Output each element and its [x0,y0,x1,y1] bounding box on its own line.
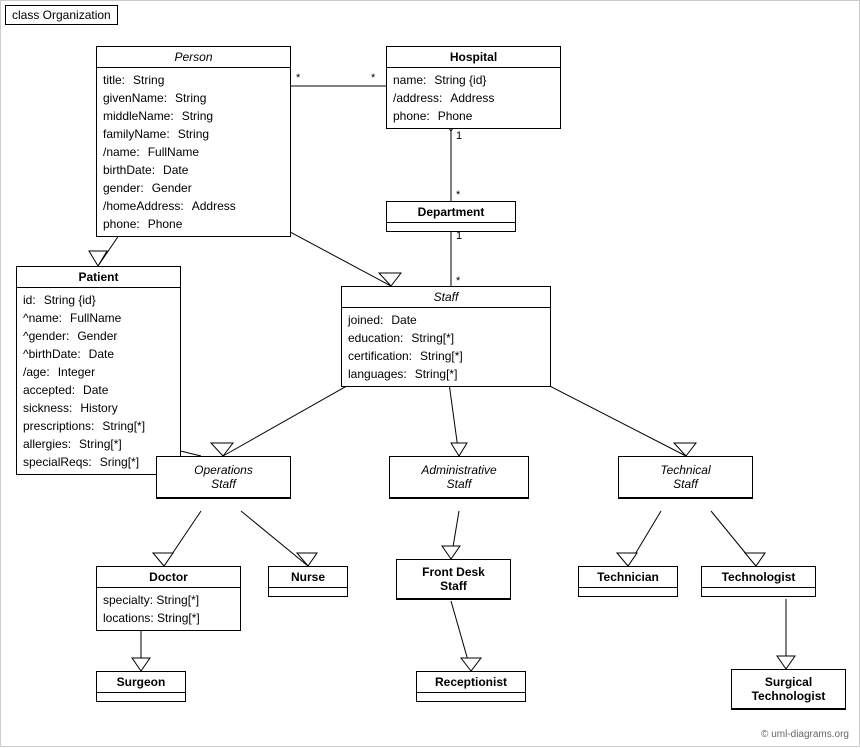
class-patient-title: Patient [17,267,180,288]
class-person-title: Person [97,47,290,68]
class-staff-attrs: joined:Date education:String[*] certific… [342,308,550,386]
class-person-attrs: title:String givenName:String middleName… [97,68,290,236]
class-technician: Technician [578,566,678,597]
class-technical-staff: TechnicalStaff [618,456,753,499]
class-department-title: Department [387,202,515,223]
class-receptionist: Receptionist [416,671,526,702]
class-staff-title: Staff [342,287,550,308]
diagram-title: class Organization [5,5,118,25]
class-staff: Staff joined:Date education:String[*] ce… [341,286,551,387]
diagram-container: class Organization * * 1 * 1 * * * [0,0,860,747]
class-surgical-tech-title: SurgicalTechnologist [732,670,845,709]
copyright: © uml-diagrams.org [761,729,849,740]
class-admin-title: AdministrativeStaff [390,457,528,498]
class-doctor-title: Doctor [97,567,240,588]
svg-text:*: * [456,189,461,201]
class-nurse-title: Nurse [269,567,347,588]
class-person: Person title:String givenName:String mid… [96,46,291,237]
class-front-desk: Front DeskStaff [396,559,511,600]
class-doctor: Doctor specialty: String[*] locations: S… [96,566,241,631]
class-technologist: Technologist [701,566,816,597]
class-receptionist-title: Receptionist [417,672,525,693]
class-surgical-tech: SurgicalTechnologist [731,669,846,710]
class-nurse: Nurse [268,566,348,597]
svg-text:*: * [296,72,301,84]
class-tech-staff-title: TechnicalStaff [619,457,752,498]
svg-text:1: 1 [456,130,462,142]
class-surgeon-title: Surgeon [97,672,185,693]
class-surgeon: Surgeon [96,671,186,702]
class-hospital-attrs: name:String {id} /address:Address phone:… [387,68,560,128]
class-front-desk-title: Front DeskStaff [397,560,510,599]
class-ops-title: OperationsStaff [157,457,290,498]
class-patient: Patient id:String {id} ^name:FullName ^g… [16,266,181,475]
class-patient-attrs: id:String {id} ^name:FullName ^gender:Ge… [17,288,180,474]
class-technologist-title: Technologist [702,567,815,588]
class-department: Department [386,201,516,232]
class-doctor-attrs: specialty: String[*] locations: String[*… [97,588,240,630]
class-technician-title: Technician [579,567,677,588]
class-hospital-title: Hospital [387,47,560,68]
svg-text:*: * [371,72,376,84]
class-admin-staff: AdministrativeStaff [389,456,529,499]
class-hospital: Hospital name:String {id} /address:Addre… [386,46,561,129]
class-operations-staff: OperationsStaff [156,456,291,499]
